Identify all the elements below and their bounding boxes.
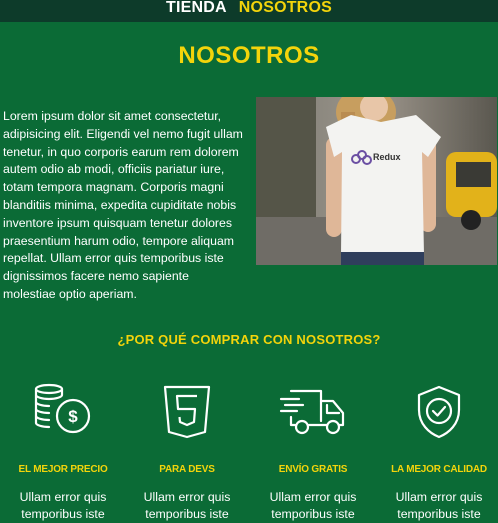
feature-free-shipping: ENVÍO GRATIS Ullam error quis temporibus… xyxy=(250,380,376,523)
shield-check-icon xyxy=(417,385,461,439)
nav-link-tienda[interactable]: TIENDA xyxy=(166,0,227,16)
coins-icon: $ xyxy=(34,383,91,434)
why-buy-title: ¿POR QUÉ COMPRAR CON NOSOTROS? xyxy=(117,332,381,347)
delivery-truck-icon xyxy=(279,389,345,435)
feature-title: PARA DEVS xyxy=(159,464,215,475)
about-photo: Redux xyxy=(256,97,497,265)
feature-title: EL MEJOR PRECIO xyxy=(18,464,108,475)
about-paragraph: Lorem ipsum dolor sit amet consectetur, … xyxy=(3,109,243,301)
tshirt-model-image: Redux xyxy=(256,97,497,265)
shirt-logo-text: Redux xyxy=(373,152,401,162)
feature-description: Ullam error quis temporibus iste xyxy=(19,490,107,521)
feature-best-quality: LA MEJOR CALIDAD Ullam error quis tempor… xyxy=(376,380,498,523)
nav-link-nosotros[interactable]: NOSOTROS xyxy=(239,0,332,16)
feature-title: LA MEJOR CALIDAD xyxy=(391,464,487,475)
feature-description: Ullam error quis temporibus iste xyxy=(143,490,231,521)
feature-description: Ullam error quis temporibus iste xyxy=(395,490,483,521)
feature-for-devs: PARA DEVS Ullam error quis temporibus is… xyxy=(124,380,250,523)
feature-description: Ullam error quis temporibus iste xyxy=(269,490,357,521)
svg-text:$: $ xyxy=(68,407,78,426)
html5-icon xyxy=(163,385,211,439)
feature-title: ENVÍO GRATIS xyxy=(278,464,348,475)
top-navigation: TIENDA NOSOTROS xyxy=(0,0,498,22)
page-title: NOSOTROS xyxy=(178,42,320,69)
feature-best-price: $ EL MEJOR PRECIO Ullam error quis tempo… xyxy=(0,380,126,523)
